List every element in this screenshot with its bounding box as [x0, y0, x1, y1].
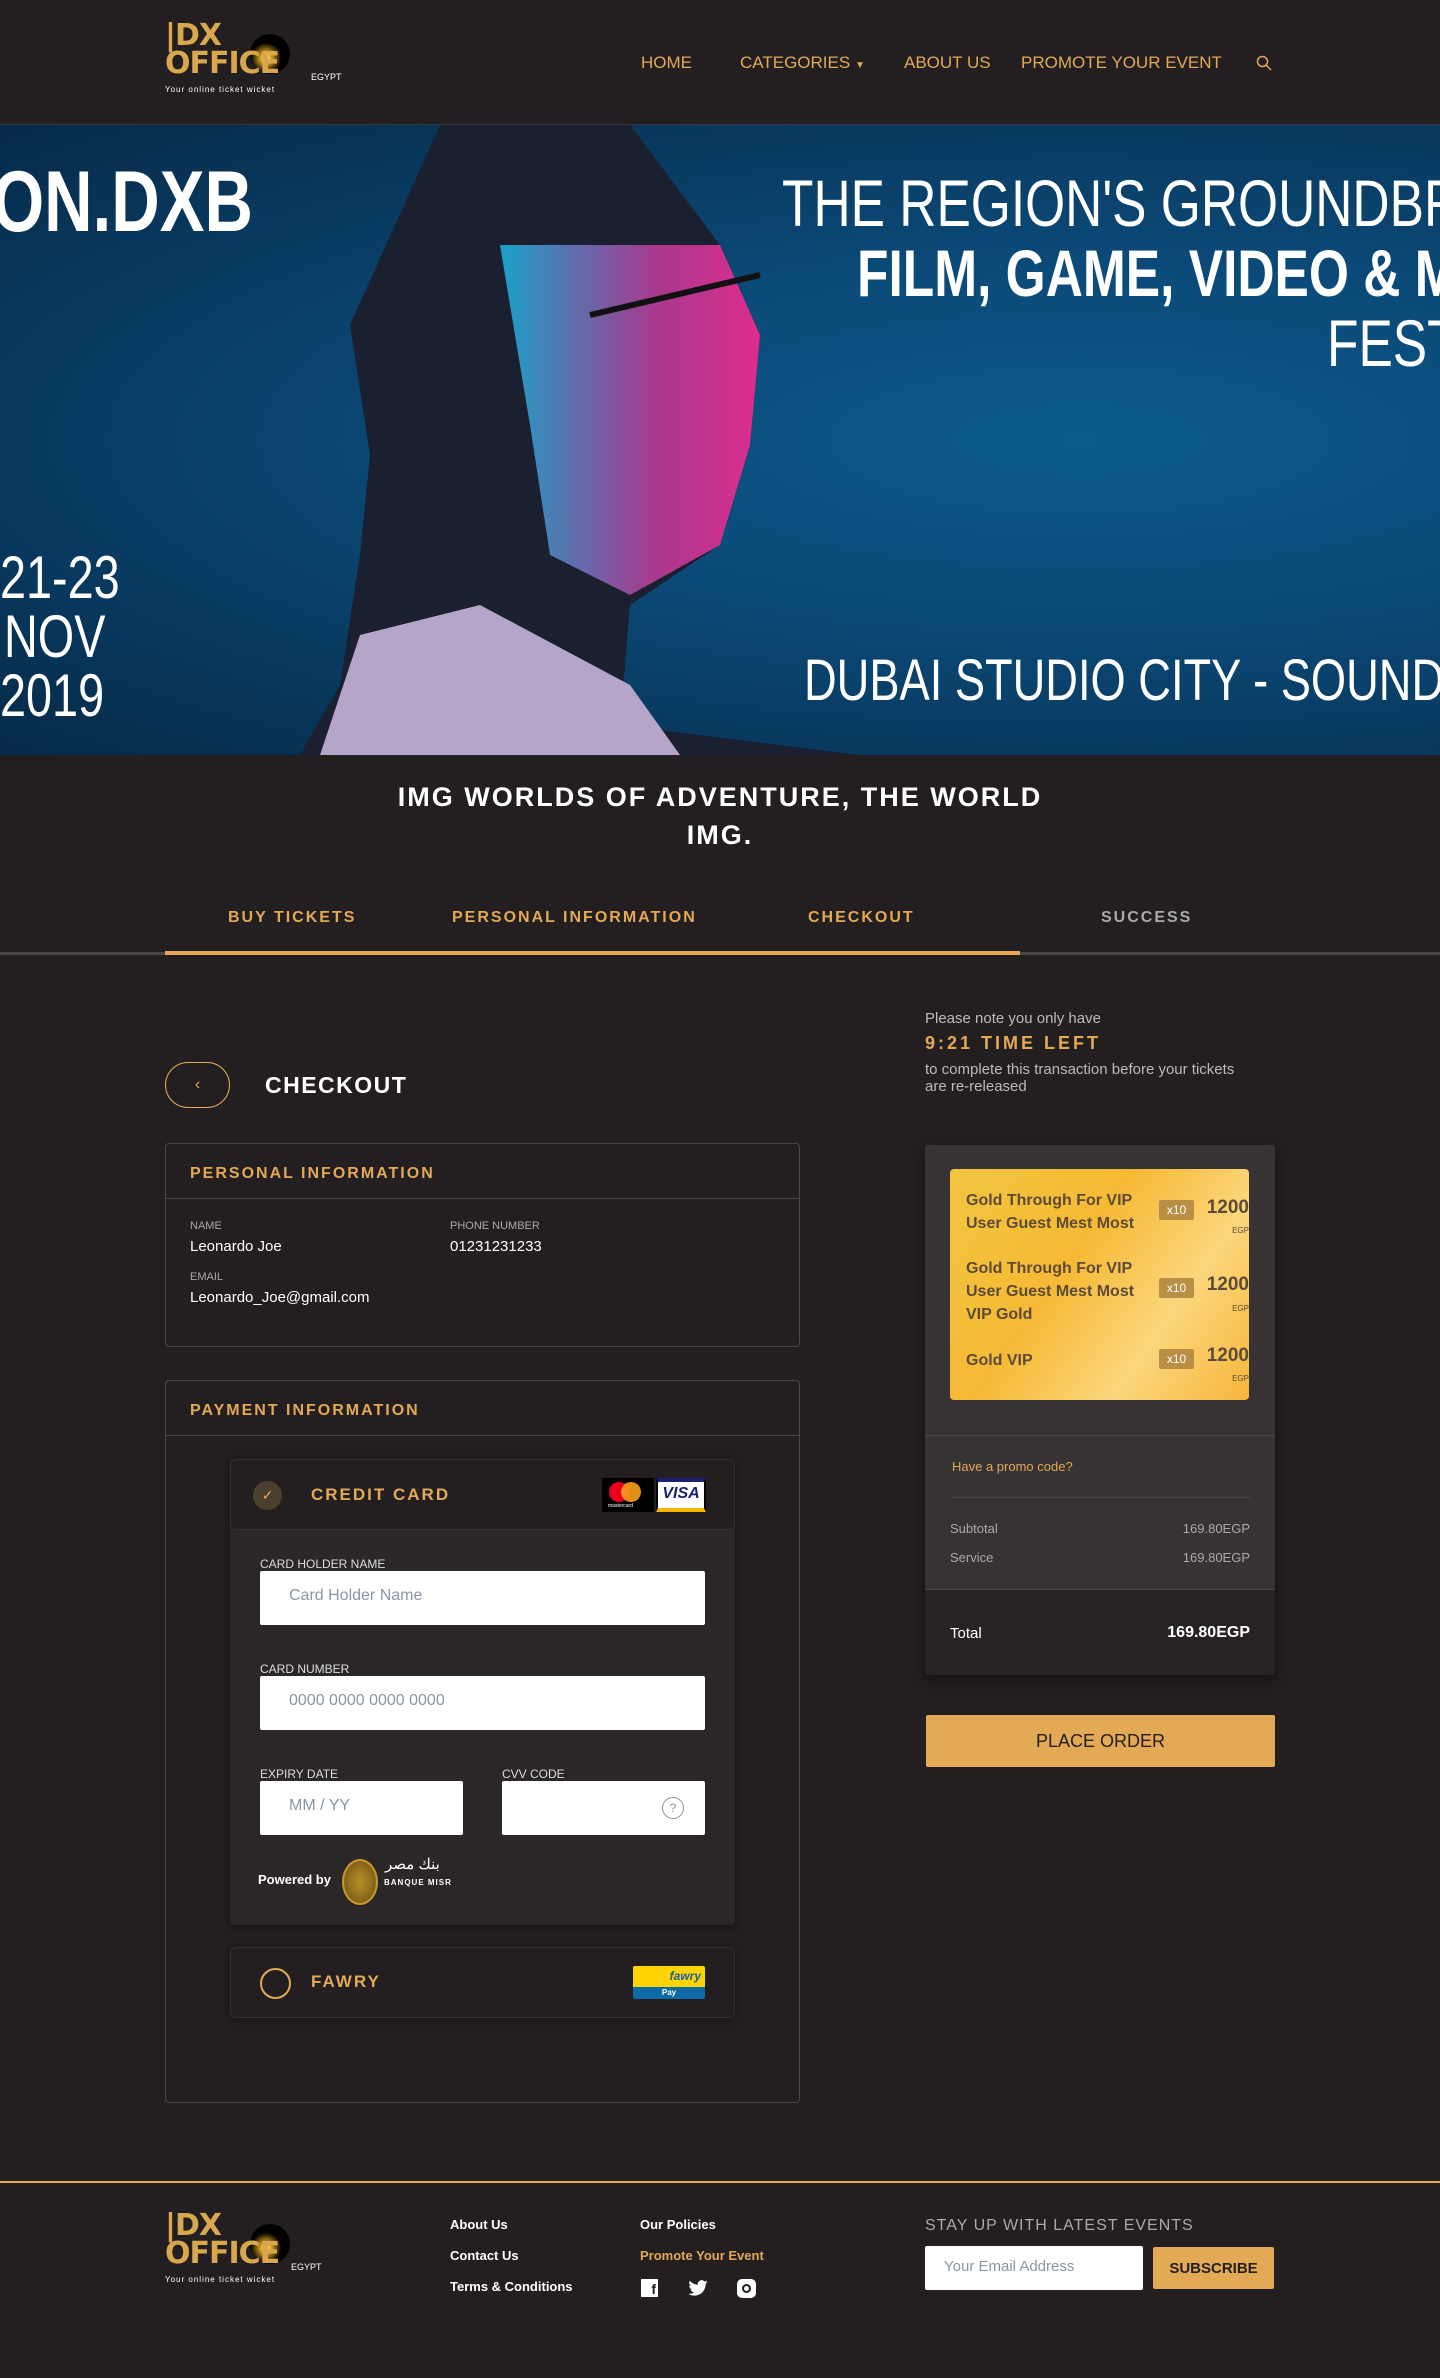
nav-home[interactable]: HOME [641, 53, 692, 73]
expiry-date-input[interactable]: MM / YY [260, 1781, 463, 1835]
ticket-item: Gold VIP x10 1200 EGP [966, 1345, 1249, 1383]
check-icon[interactable]: ✓ [253, 1481, 282, 1510]
footer-promote-link[interactable]: Promote Your Event [640, 2248, 764, 2263]
nav-promote[interactable]: PROMOTE YOUR EVENT [1021, 53, 1222, 73]
promo-code-link[interactable]: Have a promo code? [952, 1459, 1073, 1474]
step-checkout[interactable]: CHECKOUT [808, 909, 915, 927]
email-value: Leonardo_Joe@gmail.com [190, 1289, 370, 1306]
fawry-pay-logo: fawry Pay [633, 1966, 705, 1999]
order-summary: Gold Through For VIP User Guest Mest Mos… [925, 1145, 1275, 1675]
cvv-input[interactable]: ? [502, 1781, 705, 1835]
ticket-list: Gold Through For VIP User Guest Mest Mos… [950, 1169, 1249, 1400]
personal-information-panel: PERSONAL INFORMATION NAME Leonardo Joe E… [165, 1143, 800, 1347]
banque-misr-seal [342, 1859, 378, 1905]
nav-about[interactable]: ABOUT US [904, 53, 991, 73]
back-button[interactable]: ‹ [165, 1062, 230, 1108]
footer-policies-link[interactable]: Our Policies [640, 2217, 716, 2232]
newsletter-email-input[interactable]: Your Email Address [925, 2246, 1143, 2290]
subtotal-value: 169.80EGP [1182, 1521, 1250, 1536]
mastercard-logo: mastercard [602, 1478, 654, 1512]
step-buy-tickets[interactable]: BUY TICKETS [228, 909, 356, 927]
visa-logo: VISA [656, 1478, 706, 1512]
event-title: IMG WORLDS OF ADVENTURE, THE WORLD IMG. [397, 782, 1043, 850]
nav-categories[interactable]: CATEGORIES ▼ [740, 53, 865, 73]
credit-card-option: ✓ CREDIT CARD mastercard VISA CARD HOLDE… [230, 1459, 735, 1925]
twitter-icon[interactable] [688, 2280, 708, 2296]
chevron-left-icon: ‹ [194, 1076, 201, 1093]
footer-divider [0, 2181, 1440, 2183]
total-value: 169.80EGP [1167, 1624, 1250, 1641]
fawry-option[interactable]: FAWRY fawry Pay [230, 1947, 735, 2018]
banner-person-image [300, 125, 860, 755]
footer-terms-link[interactable]: Terms & Conditions [450, 2279, 573, 2294]
card-number-input[interactable]: 0000 0000 0000 0000 [260, 1676, 705, 1730]
step-success: SUCCESS [1101, 909, 1193, 926]
event-banner: ON.DXB THE REGION'S GROUNDBREAK FILM, GA… [0, 125, 1440, 755]
step-personal-information[interactable]: PERSONAL INFORMATION [452, 909, 697, 927]
time-left: 9:21 TIME LEFT [925, 1033, 1102, 1053]
facebook-icon[interactable]: f [641, 2279, 658, 2297]
progress-fill [165, 951, 1020, 955]
name-value: Leonardo Joe [190, 1238, 282, 1255]
service-value: 169.80EGP [1182, 1550, 1250, 1565]
radio-unselected-icon[interactable] [260, 1968, 291, 1999]
newsletter-title: STAY UP WITH LATEST EVENTS [925, 2217, 1194, 2234]
footer-logo[interactable]: |DX OFFICE EGYPT Your online ticket wicke… [165, 2211, 340, 2287]
caret-down-icon: ▼ [854, 60, 865, 71]
place-order-button[interactable]: PLACE ORDER [926, 1715, 1275, 1767]
timer-notice: Please note you only have 9:21 TIME LEFT… [925, 1010, 1255, 1095]
subscribe-button[interactable]: SUBSCRIBE [1153, 2247, 1274, 2289]
top-nav: |DX OFFICE EGYPT Your online ticket wicke… [0, 0, 1440, 125]
phone-value: 01231231233 [450, 1238, 542, 1255]
help-icon[interactable]: ? [662, 1797, 684, 1819]
logo[interactable]: |DX OFFICE EGYPT Your online ticket wicke… [165, 21, 342, 97]
card-holder-name-input[interactable]: Card Holder Name [260, 1571, 705, 1625]
footer-contact-link[interactable]: Contact Us [450, 2248, 519, 2263]
ticket-item: Gold Through For VIP User Guest Mest Mos… [966, 1260, 1249, 1323]
credit-card-header[interactable]: ✓ CREDIT CARD mastercard VISA [230, 1459, 735, 1530]
checkout-title: CHECKOUT [265, 1072, 408, 1098]
footer-about-link[interactable]: About Us [450, 2217, 508, 2232]
ticket-item: Gold Through For VIP User Guest Mest Mos… [966, 1192, 1249, 1235]
instagram-icon[interactable] [737, 2279, 756, 2298]
search-icon[interactable] [1256, 55, 1272, 71]
